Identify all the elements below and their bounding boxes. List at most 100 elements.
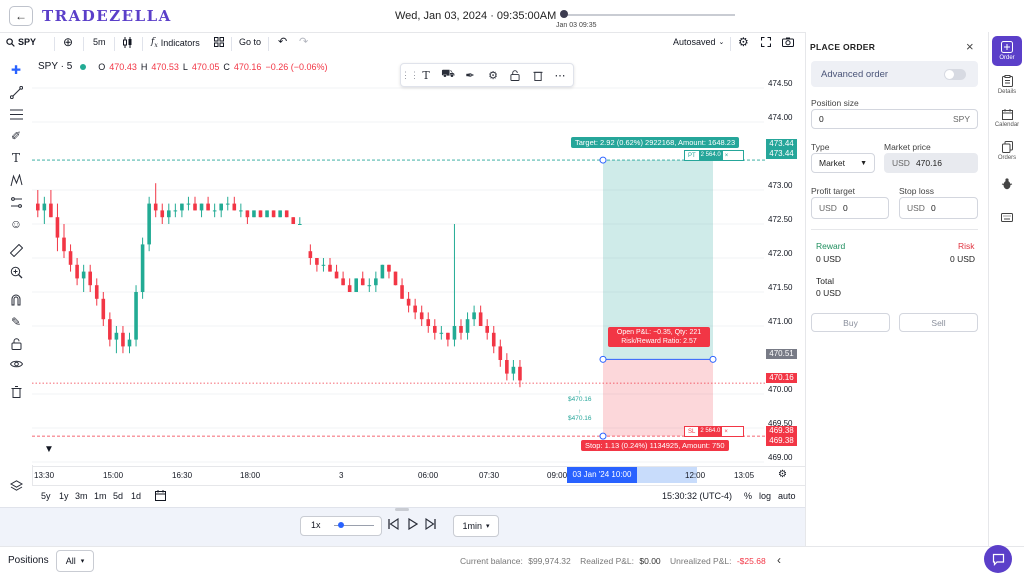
rail-details-button[interactable]: Details — [992, 70, 1022, 100]
stop-loss-input[interactable]: USD 0 — [899, 197, 978, 219]
advanced-order-toggle[interactable] — [944, 69, 966, 80]
replay-timeline-handle[interactable] — [560, 10, 568, 18]
rail-order-button[interactable]: Order — [992, 36, 1022, 66]
crosshair-tool[interactable]: ✚ — [7, 61, 25, 79]
screenshot-button[interactable] — [782, 37, 794, 47]
range-5y-button[interactable]: 5y — [41, 491, 51, 501]
lock-drawing-button[interactable] — [507, 67, 523, 83]
rail-orders-label: Orders — [997, 155, 1017, 161]
drawing-settings-button[interactable]: ⚙ — [485, 67, 501, 83]
candle-body — [354, 278, 358, 292]
rail-calendar-label: Calendar — [994, 121, 1020, 128]
text-tool[interactable]: T — [7, 149, 25, 167]
plus-square-icon — [1001, 41, 1013, 53]
skip-forward-icon — [425, 517, 436, 531]
emoji-tool[interactable]: ☺ — [7, 215, 25, 233]
date-range-button[interactable] — [155, 490, 166, 503]
sell-button[interactable]: Sell — [899, 313, 978, 332]
collapse-footer-button[interactable]: ‹ — [777, 553, 781, 567]
close-order-panel-button[interactable]: × — [966, 39, 974, 54]
play-button[interactable] — [408, 517, 419, 533]
market-price-label: Market price — [884, 142, 931, 152]
text-icon: T — [422, 68, 430, 82]
sl-order-line-label[interactable]: SL 2 564.0 × — [684, 426, 744, 437]
trend-line-tool[interactable] — [7, 83, 25, 101]
magnet-tool[interactable] — [7, 291, 25, 309]
rail-calendar-button[interactable]: Calendar — [992, 103, 1022, 133]
line-color-button[interactable]: ✒ — [462, 67, 478, 83]
target-info-label: Target: 2.92 (0.62%) 2922168, Amount: 16… — [571, 137, 740, 148]
step-forward-button[interactable] — [425, 517, 436, 533]
position-size-input[interactable]: 0 SPY — [811, 109, 978, 129]
pt-order-line-label[interactable]: PT 2 564.0 × — [684, 150, 744, 161]
price-chart[interactable] — [32, 55, 805, 465]
autosave-menu[interactable]: Autosaved ⌄ — [673, 37, 724, 47]
chart-area[interactable] — [32, 55, 805, 465]
range-3m-button[interactable]: 3m — [75, 491, 88, 501]
replay-interval-select[interactable]: 1min ▾ — [453, 515, 499, 537]
order-type-select[interactable]: Market ▼ — [811, 153, 875, 173]
stay-in-drawing-mode-tool[interactable]: ✎ — [7, 313, 25, 331]
chat-support-button[interactable] — [984, 545, 1012, 573]
lock-drawings-tool[interactable] — [7, 335, 25, 353]
x-tick-label: 12:00 — [685, 471, 706, 480]
profit-target-input[interactable]: USD 0 — [811, 197, 889, 219]
delete-drawing-button[interactable] — [530, 67, 546, 83]
settings-button[interactable]: ⚙ — [738, 35, 749, 49]
forecast-tool[interactable] — [7, 193, 25, 211]
ruler-tool[interactable] — [7, 241, 25, 259]
candle-body — [36, 203, 40, 211]
order-type-label: Type — [811, 142, 830, 152]
candle-body — [94, 285, 99, 299]
range-5d-button[interactable]: 5d — [113, 491, 123, 501]
auto-scale-toggle[interactable]: auto — [778, 491, 796, 501]
close-icon[interactable]: × — [723, 153, 731, 159]
total-value: 0 USD — [816, 288, 842, 298]
fullscreen-button[interactable] — [761, 37, 771, 47]
speed-slider-handle[interactable] — [338, 522, 344, 528]
positions-filter-select[interactable]: All ▾ — [56, 550, 94, 572]
timezone-display[interactable]: 15:30:32 (UTC-4) — [662, 491, 732, 501]
drag-handle[interactable]: ⋮⋮ — [401, 67, 419, 83]
buy-button[interactable]: Buy — [811, 313, 890, 332]
replay-timeline-track[interactable] — [563, 14, 735, 16]
hide-drawings-tool[interactable] — [7, 355, 25, 373]
range-1y-button[interactable]: 1y — [59, 491, 69, 501]
zoom-in-tool[interactable] — [7, 263, 25, 281]
more-options-button[interactable]: ⋯ — [552, 67, 568, 83]
rail-alerts-button[interactable] — [992, 169, 1022, 199]
indicators-button[interactable]: fx Indicators — [151, 37, 200, 49]
time-axis-settings-button[interactable]: ⚙ — [778, 469, 787, 480]
back-button[interactable]: ← — [9, 6, 33, 26]
chart-type-button[interactable] — [122, 37, 133, 48]
interval-button[interactable]: 5m — [93, 37, 106, 47]
undo-button[interactable]: ↶ — [278, 35, 287, 48]
pattern-tool[interactable] — [7, 171, 25, 189]
object-tree-tool[interactable] — [7, 477, 25, 495]
add-symbol-button[interactable]: ⊕ — [63, 35, 73, 49]
range-1m-button[interactable]: 1m — [94, 491, 107, 501]
panel-resize-handle[interactable] — [395, 508, 409, 511]
brush-tool[interactable]: ✐ — [7, 127, 25, 145]
fib-tool[interactable] — [7, 105, 25, 123]
candle-body — [134, 292, 138, 340]
step-back-button[interactable] — [388, 517, 399, 533]
fill-color-button[interactable]: ⛟ — [440, 67, 456, 83]
position-size-unit: SPY — [952, 114, 970, 124]
remove-drawings-tool[interactable] — [7, 383, 25, 401]
rail-keyboard-button[interactable] — [992, 202, 1022, 232]
speed-control[interactable]: 1x — [300, 516, 382, 536]
position-handle — [599, 156, 607, 164]
symbol-search[interactable]: SPY — [6, 37, 36, 47]
stop-loss-value: 0 — [930, 203, 936, 213]
text-style-button[interactable]: T — [418, 67, 434, 83]
redo-button[interactable]: ↷ — [299, 35, 308, 48]
layout-button[interactable] — [214, 37, 224, 47]
drawing-tools-sidebar: ✚ ✐ T ☺ ✎ — [0, 55, 33, 505]
close-icon[interactable]: × — [722, 429, 730, 435]
range-1d-button[interactable]: 1d — [131, 491, 141, 501]
log-scale-toggle[interactable]: log — [759, 491, 771, 501]
rail-orders-button[interactable]: Orders — [992, 136, 1022, 166]
percent-scale-toggle[interactable]: % — [744, 491, 752, 501]
goto-button[interactable]: Go to — [239, 37, 261, 47]
